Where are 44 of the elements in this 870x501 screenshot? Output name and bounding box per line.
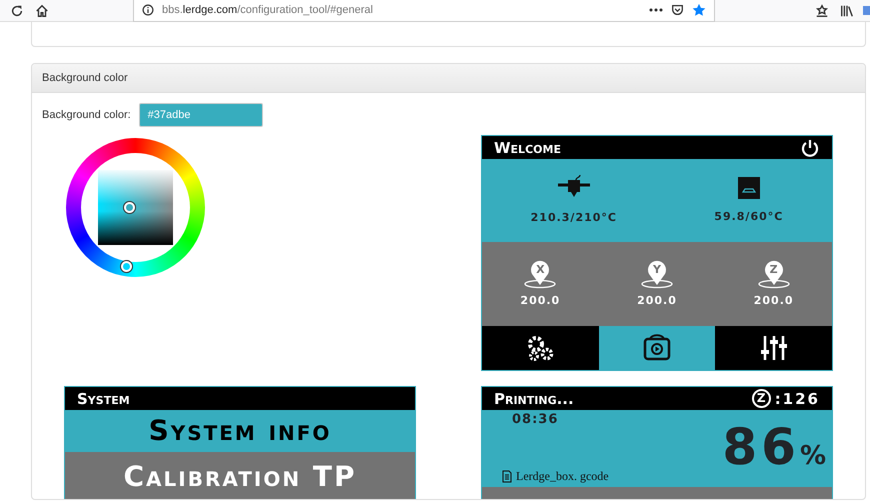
axis-position: 200.0 (754, 292, 794, 309)
menu-item[interactable]: Calibration TP (65, 452, 415, 499)
power-icon[interactable] (800, 138, 820, 158)
panel-title: Background color (32, 64, 865, 93)
location-pin-icon (756, 258, 791, 289)
screen-title: Printing... (494, 388, 574, 410)
gears-icon (525, 333, 556, 363)
progress-percent: 86 (722, 422, 800, 472)
picker-handle[interactable] (121, 261, 132, 272)
layer-number: :126 (774, 388, 820, 410)
file-icon (502, 470, 512, 482)
saturation-square[interactable] (98, 170, 173, 245)
reload-icon[interactable] (10, 4, 24, 18)
library-icon[interactable] (840, 4, 854, 18)
temperature-reading: 59.8/60°C (714, 209, 784, 226)
nav-tab[interactable] (482, 326, 599, 370)
file-name: Lerdge_box. gcode (516, 468, 609, 485)
star-tray-icon[interactable] (815, 4, 829, 18)
nav-tab[interactable] (715, 326, 832, 370)
z-layer-icon: Z (752, 389, 771, 408)
sliders-icon (758, 333, 789, 363)
axis-label: Z (770, 262, 778, 278)
pocket-icon[interactable] (671, 4, 684, 16)
axis-label: X (536, 262, 545, 278)
axis-label: Y (652, 262, 661, 278)
nav-tab[interactable] (598, 326, 716, 370)
percent-sign: % (800, 443, 826, 469)
print-time: 08:36 (512, 411, 558, 429)
menu-item[interactable]: System info (65, 410, 415, 452)
media-card-icon (642, 333, 672, 363)
heated-bed-icon (736, 175, 762, 202)
picker-handle[interactable] (124, 202, 135, 213)
more-icon[interactable] (649, 8, 663, 12)
star-icon[interactable] (692, 3, 706, 17)
axis-position: 200.0 (637, 292, 677, 309)
info-icon[interactable] (142, 4, 154, 16)
axis-position: 200.0 (520, 292, 560, 309)
location-pin-icon (523, 258, 558, 289)
home-icon[interactable] (35, 4, 49, 18)
location-pin-icon (640, 258, 674, 289)
temperature-reading: 210.3/210°C (530, 210, 617, 226)
screen-title: Welcome (494, 138, 561, 158)
field-label: Background color: (42, 108, 131, 123)
screen-title: System (77, 388, 130, 410)
